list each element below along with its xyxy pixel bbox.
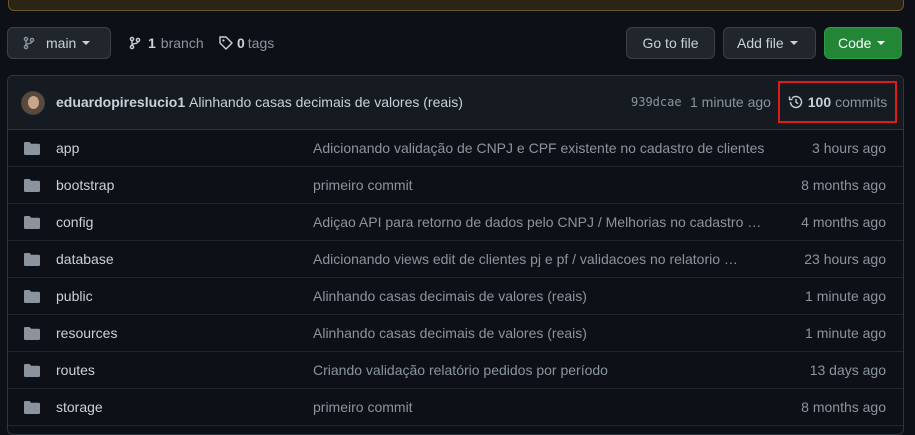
file-commit-message[interactable]: Criando validação relatório pedidos por … <box>313 362 768 378</box>
code-button[interactable]: Code <box>824 27 902 59</box>
avatar[interactable] <box>21 91 45 115</box>
folder-icon <box>24 290 40 303</box>
file-name[interactable]: config <box>56 214 93 230</box>
git-branch-icon <box>21 35 37 51</box>
file-commit-message[interactable]: Adicionando validação de CNPJ e CPF exis… <box>313 140 768 156</box>
file-commit-message[interactable]: primeiro commit <box>313 177 768 193</box>
commit-author[interactable]: eduardopireslucio1 <box>56 94 185 110</box>
folder-icon <box>24 401 40 414</box>
folder-icon <box>24 142 40 155</box>
commit-time: 1 minute ago <box>690 94 771 110</box>
add-file-label: Add file <box>737 35 784 51</box>
commits-count: 100 <box>807 94 832 110</box>
file-commit-time: 8 months ago <box>801 399 886 415</box>
code-label: Code <box>838 35 872 51</box>
chevron-down-icon <box>82 41 91 45</box>
folder-icon <box>24 253 40 266</box>
branch-select-button[interactable]: main <box>7 27 111 59</box>
file-name[interactable]: app <box>56 140 79 156</box>
chevron-down-icon <box>789 41 798 45</box>
file-name[interactable]: storage <box>56 399 103 415</box>
folder-icon <box>24 179 40 192</box>
file-commit-time: 23 hours ago <box>804 251 886 267</box>
file-name[interactable]: public <box>56 288 93 304</box>
file-row[interactable]: public Alinhando casas decimais de valor… <box>8 278 903 315</box>
file-commit-time: 13 days ago <box>809 362 886 378</box>
file-name[interactable]: bootstrap <box>56 177 114 193</box>
file-commit-message[interactable]: Adiçao API para retorno de dados pelo CN… <box>313 214 768 230</box>
folder-icon <box>24 216 40 229</box>
branches-link[interactable]: 1 branch <box>127 27 204 59</box>
commit-message[interactable]: Alinhando casas decimais de valores (rea… <box>189 94 463 110</box>
file-row[interactable]: resources Alinhando casas decimais de va… <box>8 315 903 352</box>
file-commit-time: 8 months ago <box>801 177 886 193</box>
file-row[interactable]: bootstrap primeiro commit 8 months ago <box>8 167 903 204</box>
file-row[interactable]: storage primeiro commit 8 months ago <box>8 389 903 426</box>
file-list: app Adicionando validação de CNPJ e CPF … <box>8 130 903 426</box>
file-commit-message[interactable]: Adicionando views edit de clientes pj e … <box>313 251 768 267</box>
folder-icon <box>24 364 40 377</box>
repo-toolbar: main 1 branch 0 tags Go to file Add file… <box>7 27 903 59</box>
file-name[interactable]: routes <box>56 362 95 378</box>
file-row[interactable]: routes Criando validação relatório pedid… <box>8 352 903 389</box>
commits-history-link[interactable]: 100 commits <box>778 81 897 123</box>
go-to-file-button[interactable]: Go to file <box>626 27 715 59</box>
file-row[interactable]: app Adicionando validação de CNPJ e CPF … <box>8 130 903 167</box>
tags-count: 0 <box>237 35 245 51</box>
latest-commit-bar: eduardopireslucio1 Alinhando casas decim… <box>8 76 903 130</box>
branches-label: branch <box>160 35 204 51</box>
commit-sha[interactable]: 939dcae <box>631 95 682 109</box>
file-name[interactable]: database <box>56 251 114 267</box>
tags-label: tags <box>247 35 275 51</box>
file-commit-time: 1 minute ago <box>805 325 886 341</box>
file-commit-time: 4 months ago <box>801 214 886 230</box>
file-commit-time: 1 minute ago <box>805 288 886 304</box>
branches-count: 1 <box>148 35 156 51</box>
file-row[interactable]: config Adiçao API para retorno de dados … <box>8 204 903 241</box>
folder-icon <box>24 327 40 340</box>
file-row[interactable]: database Adicionando views edit de clien… <box>8 241 903 278</box>
notice-banner <box>8 0 904 11</box>
file-browser: eduardopireslucio1 Alinhando casas decim… <box>7 75 904 435</box>
chevron-down-icon <box>877 41 886 45</box>
file-commit-message[interactable]: Alinhando casas decimais de valores (rea… <box>313 288 768 304</box>
tag-icon <box>218 35 234 51</box>
git-branch-icon <box>127 35 143 51</box>
tags-link[interactable]: 0 tags <box>218 27 274 59</box>
branch-name: main <box>46 35 77 51</box>
commits-label: commits <box>835 94 888 110</box>
file-commit-message[interactable]: primeiro commit <box>313 399 768 415</box>
file-commit-message[interactable]: Alinhando casas decimais de valores (rea… <box>313 325 768 341</box>
file-name[interactable]: resources <box>56 325 117 341</box>
history-icon <box>788 94 804 110</box>
add-file-button[interactable]: Add file <box>723 27 816 59</box>
file-commit-time: 3 hours ago <box>812 140 886 156</box>
